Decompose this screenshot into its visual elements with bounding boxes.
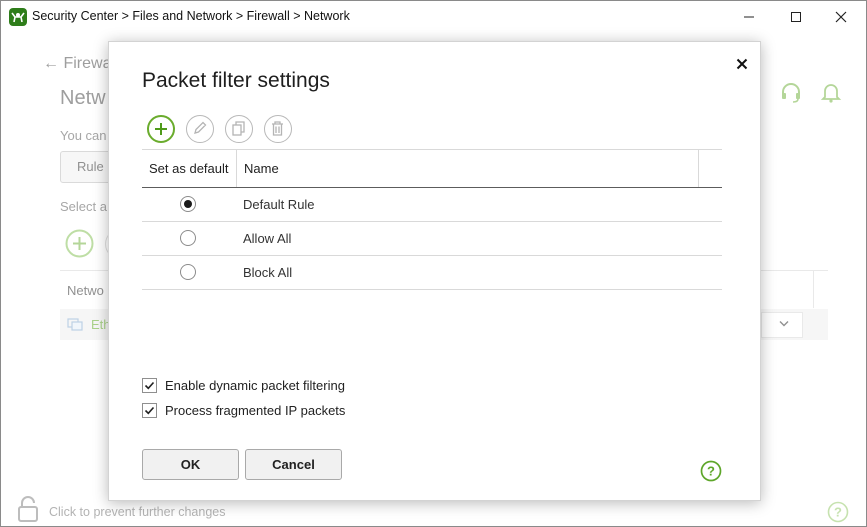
trash-icon <box>272 121 283 136</box>
help-icon[interactable]: ? <box>700 460 722 482</box>
table-row[interactable]: Block All <box>142 256 722 290</box>
plus-icon <box>155 123 167 135</box>
checkmark-icon <box>144 406 155 414</box>
rules-table: Set as default Name Default Rule Allow A… <box>142 149 722 290</box>
close-icon <box>736 58 748 70</box>
app-logo-icon <box>9 8 27 26</box>
checkmark-icon <box>144 381 155 389</box>
dynamic-filtering-label: Enable dynamic packet filtering <box>165 377 345 393</box>
table-header: Set as default Name <box>142 149 722 188</box>
divider <box>236 150 237 187</box>
default-radio[interactable] <box>180 230 196 246</box>
table-row[interactable]: Allow All <box>142 222 722 256</box>
default-radio[interactable] <box>180 196 196 212</box>
fragmented-packets-label: Process fragmented IP packets <box>165 402 346 418</box>
dialog-title: Packet filter settings <box>142 69 330 92</box>
app-window: Security Center > Files and Network > Fi… <box>0 0 867 527</box>
fragmented-packets-option[interactable]: Process fragmented IP packets <box>142 401 345 419</box>
copy-rule-button[interactable] <box>225 115 253 143</box>
column-header-default[interactable]: Set as default <box>149 161 229 176</box>
delete-rule-button[interactable] <box>264 115 292 143</box>
column-header-name[interactable]: Name <box>244 161 279 176</box>
pencil-icon <box>194 121 207 134</box>
packet-filter-dialog: Packet filter settings Set as default Na… <box>108 41 761 501</box>
maximize-icon <box>791 12 801 22</box>
default-radio[interactable] <box>180 264 196 280</box>
minimize-icon <box>744 16 754 18</box>
add-rule-button[interactable] <box>147 115 175 143</box>
window-close-button[interactable] <box>818 1 864 33</box>
dynamic-filtering-checkbox[interactable] <box>142 377 157 393</box>
title-bar: Security Center > Files and Network > Fi… <box>1 1 866 33</box>
ok-button[interactable]: OK <box>142 449 239 480</box>
cancel-button[interactable]: Cancel <box>245 449 342 480</box>
edit-rule-button[interactable] <box>186 115 214 143</box>
copy-icon <box>232 121 245 136</box>
dialog-close-button[interactable] <box>732 54 752 74</box>
rule-name: Default Rule <box>243 197 315 212</box>
fragmented-packets-checkbox[interactable] <box>142 402 157 418</box>
minimize-button[interactable] <box>726 1 772 33</box>
maximize-button[interactable] <box>773 1 819 33</box>
rule-name: Allow All <box>243 231 292 246</box>
table-row[interactable]: Default Rule <box>142 188 722 222</box>
window-title: Security Center > Files and Network > Fi… <box>32 9 350 23</box>
divider <box>698 150 699 187</box>
rule-name: Block All <box>243 265 293 280</box>
close-icon <box>835 11 847 23</box>
dynamic-filtering-option[interactable]: Enable dynamic packet filtering <box>142 376 345 394</box>
svg-text:?: ? <box>707 464 715 479</box>
